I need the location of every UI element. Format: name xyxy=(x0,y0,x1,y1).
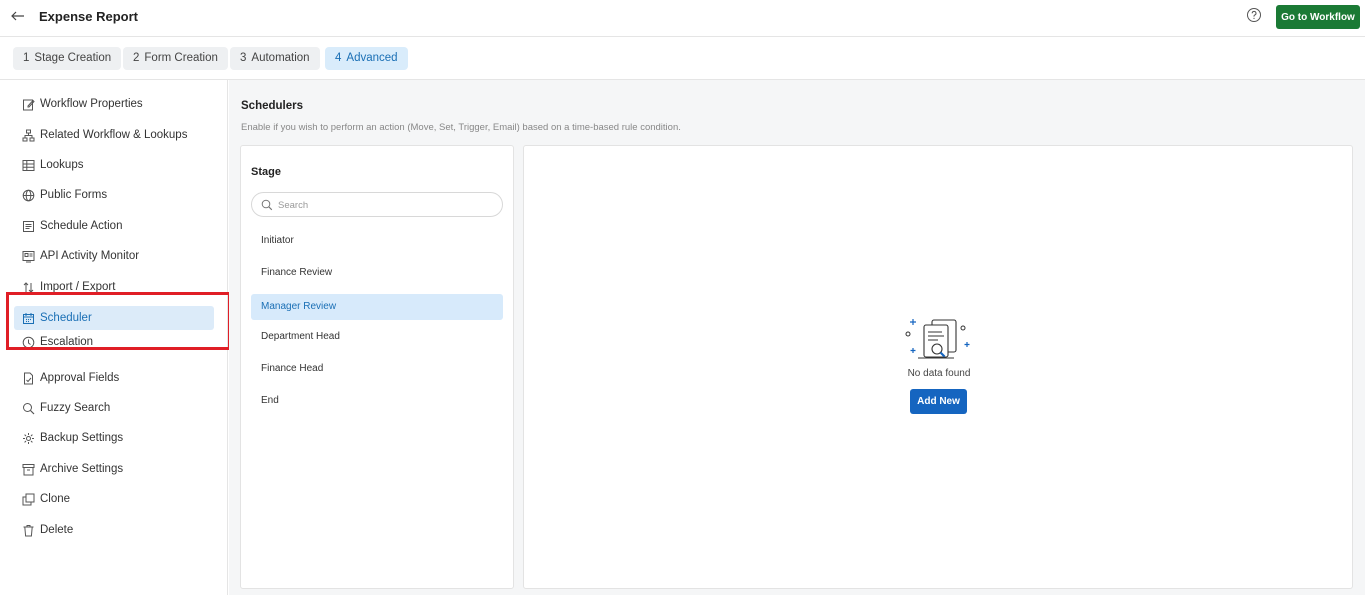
sidebar-item-import-export[interactable]: Import / Export xyxy=(14,275,214,299)
sidebar-item-public-forms[interactable]: Public Forms xyxy=(14,183,214,207)
sidebar-item-fuzzy-search[interactable]: Fuzzy Search xyxy=(14,396,214,420)
section-title: Schedulers xyxy=(241,100,303,112)
tab-advanced[interactable]: 4 Advanced xyxy=(325,47,408,70)
sidebar-item-label: Backup Settings xyxy=(40,432,124,444)
edit-icon xyxy=(22,98,35,111)
calendar-icon xyxy=(22,312,35,325)
sidebar-item-archive-settings[interactable]: Archive Settings xyxy=(14,457,214,481)
stage-item-manager-review[interactable]: Manager Review xyxy=(251,294,503,320)
sidebar-item-related-workflow[interactable]: Related Workflow & Lookups xyxy=(14,123,214,147)
table-icon xyxy=(22,159,35,172)
sidebar-item-label: Delete xyxy=(40,524,74,536)
back-arrow-icon[interactable] xyxy=(9,7,27,25)
search-icon xyxy=(261,199,273,211)
search-icon xyxy=(22,402,35,415)
top-bar: Expense Report Go to Workflow xyxy=(0,0,1365,37)
list-icon xyxy=(22,220,35,233)
sidebar-item-escalation[interactable]: Escalation xyxy=(14,336,214,352)
sidebar-item-workflow-properties[interactable]: Workflow Properties xyxy=(14,92,214,116)
sidebar-item-delete[interactable]: Delete xyxy=(14,518,214,542)
tab-form-creation[interactable]: 2 Form Creation xyxy=(123,47,228,70)
stage-item-end[interactable]: End xyxy=(251,388,503,414)
stage-search-input[interactable] xyxy=(278,197,493,213)
archive-icon xyxy=(22,463,35,476)
monitor-icon xyxy=(22,250,35,263)
sidebar-item-label: Clone xyxy=(40,493,71,505)
tab-number: 1 xyxy=(23,52,30,64)
sidebar: Workflow Properties Related Workflow & L… xyxy=(0,80,228,595)
tab-stage-creation[interactable]: 1 Stage Creation xyxy=(13,47,122,70)
empty-state-text: No data found xyxy=(907,368,971,379)
gear-icon xyxy=(22,432,35,445)
tab-label: Automation xyxy=(251,52,310,64)
stage-item-initiator[interactable]: Initiator xyxy=(251,228,503,254)
hierarchy-icon xyxy=(22,129,35,142)
globe-icon xyxy=(22,189,35,202)
tab-label: Form Creation xyxy=(144,52,218,64)
sidebar-item-label: Archive Settings xyxy=(40,463,124,475)
sidebar-item-label: Public Forms xyxy=(40,189,108,201)
tab-label: Advanced xyxy=(346,52,398,64)
sidebar-item-schedule-action[interactable]: Schedule Action xyxy=(14,214,214,238)
step-tabs: 1 Stage Creation 2 Form Creation 3 Automati… xyxy=(0,37,1365,80)
sidebar-item-approval-fields[interactable]: Approval Fields xyxy=(14,366,214,390)
import-export-icon xyxy=(22,281,35,294)
help-icon[interactable] xyxy=(1246,7,1264,25)
sidebar-item-api-activity-monitor[interactable]: API Activity Monitor xyxy=(14,244,214,268)
trash-icon xyxy=(22,524,35,537)
sidebar-item-lookups[interactable]: Lookups xyxy=(14,153,214,177)
stage-panel: Stage Initiator Finance Review Manager R… xyxy=(240,145,514,589)
tab-number: 4 xyxy=(335,52,342,64)
sidebar-item-label: Fuzzy Search xyxy=(40,402,111,414)
sidebar-item-label: Escalation xyxy=(40,336,94,348)
sidebar-item-label: Import / Export xyxy=(40,281,116,293)
stage-item-finance-head[interactable]: Finance Head xyxy=(251,356,503,382)
stage-panel-title: Stage xyxy=(251,166,281,178)
no-data-illustration-icon xyxy=(905,319,970,359)
sidebar-item-label: Related Workflow & Lookups xyxy=(40,129,188,141)
sidebar-item-label: Scheduler xyxy=(40,312,92,324)
tab-automation[interactable]: 3 Automation xyxy=(230,47,320,70)
section-description: Enable if you wish to perform an action … xyxy=(241,122,681,133)
page-title: Expense Report xyxy=(39,9,138,24)
main-content: Schedulers Enable if you wish to perform… xyxy=(229,80,1365,595)
clone-icon xyxy=(22,493,35,506)
sidebar-item-backup-settings[interactable]: Backup Settings xyxy=(14,426,214,450)
sidebar-item-scheduler[interactable]: Scheduler xyxy=(14,306,214,330)
add-new-button[interactable]: Add New xyxy=(910,389,967,414)
sidebar-item-label: Schedule Action xyxy=(40,220,123,232)
sidebar-item-label: API Activity Monitor xyxy=(40,250,140,262)
scheduler-detail-panel: No data found Add New xyxy=(523,145,1353,589)
tab-number: 3 xyxy=(240,52,247,64)
go-to-workflow-button[interactable]: Go to Workflow xyxy=(1276,5,1360,29)
tab-number: 2 xyxy=(133,52,140,64)
sidebar-item-label: Approval Fields xyxy=(40,372,120,384)
sidebar-item-label: Workflow Properties xyxy=(40,98,143,110)
tab-label: Stage Creation xyxy=(34,52,112,64)
sidebar-item-clone[interactable]: Clone xyxy=(14,487,214,511)
stage-search-box xyxy=(251,192,503,217)
stage-item-department-head[interactable]: Department Head xyxy=(251,324,503,350)
escalation-icon xyxy=(22,336,35,349)
stage-item-finance-review[interactable]: Finance Review xyxy=(251,260,503,286)
document-icon xyxy=(22,372,35,385)
sidebar-item-label: Lookups xyxy=(40,159,84,171)
